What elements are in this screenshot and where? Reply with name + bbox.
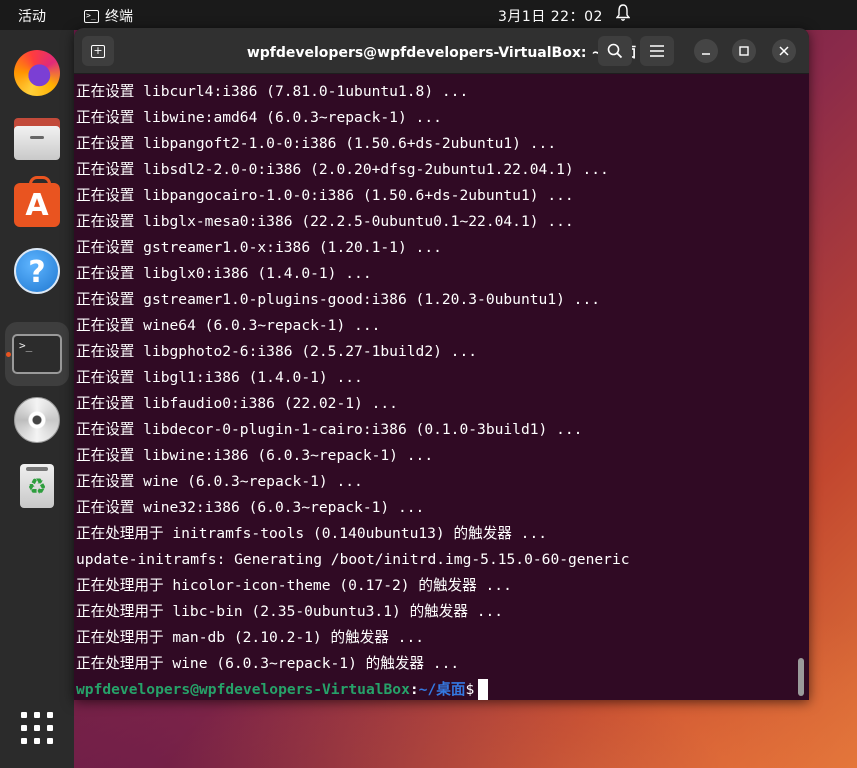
- activities-button[interactable]: 活动: [18, 6, 46, 26]
- dock-help[interactable]: ?: [5, 239, 69, 303]
- prompt-dollar: $: [465, 681, 475, 698]
- terminal-line: 正在设置 libwine:i386 (6.0.3~repack-1) ...: [76, 447, 434, 464]
- terminal-line: 正在处理用于 man-db (2.10.2-1) 的触发器 ...: [76, 629, 425, 646]
- files-icon: [14, 118, 60, 160]
- dock-terminal[interactable]: >_: [5, 322, 69, 386]
- terminal-output[interactable]: 正在设置 libcurl4:i386 (7.81.0-1ubuntu1.8) .…: [74, 75, 809, 700]
- terminal-line: 正在设置 libcurl4:i386 (7.81.0-1ubuntu1.8) .…: [76, 83, 469, 100]
- search-icon: [607, 43, 623, 59]
- dock-firefox[interactable]: [5, 41, 69, 105]
- terminal-line: 正在设置 libsdl2-2.0-0:i386 (2.0.20+dfsg-2ub…: [76, 161, 609, 178]
- terminal-line: 正在设置 libpangoft2-1.0-0:i386 (1.50.6+ds-2…: [76, 135, 557, 152]
- show-apps-grid-icon[interactable]: [21, 712, 53, 744]
- trash-icon: ♻: [20, 464, 54, 508]
- terminal-line: 正在设置 libgphoto2-6:i386 (2.5.27-1build2) …: [76, 343, 478, 360]
- text-cursor: [478, 679, 489, 700]
- search-button[interactable]: [598, 36, 632, 66]
- terminal-line: 正在设置 gstreamer1.0-plugins-good:i386 (1.2…: [76, 291, 601, 308]
- dock-trash[interactable]: ♻: [5, 454, 69, 518]
- close-icon: [779, 46, 789, 56]
- clock[interactable]: 3月1日 22：02: [498, 6, 603, 26]
- terminal-line: 正在设置 libwine:amd64 (6.0.3~repack-1) ...: [76, 109, 442, 126]
- terminal-line: 正在设置 libgl1:i386 (1.4.0-1) ...: [76, 369, 363, 386]
- bell-icon[interactable]: [616, 4, 630, 22]
- terminal-small-icon: >_: [84, 9, 99, 23]
- title-bar[interactable]: + wpfdevelopers@wpfdevelopers-VirtualBox…: [74, 28, 809, 74]
- app-center-icon: A: [14, 176, 60, 227]
- terminal-line: update-initramfs: Generating /boot/initr…: [76, 551, 630, 568]
- maximize-button[interactable]: [732, 39, 756, 63]
- terminal-line: 正在设置 libglx0:i386 (1.4.0-1) ...: [76, 265, 372, 282]
- menu-button[interactable]: [640, 36, 674, 66]
- app-name: 终端: [105, 9, 133, 25]
- terminal-line: 正在处理用于 initramfs-tools (0.140ubuntu13) 的…: [76, 525, 548, 542]
- shell-prompt[interactable]: wpfdevelopers@wpfdevelopers-VirtualBox:~…: [76, 677, 809, 700]
- terminal-window: + wpfdevelopers@wpfdevelopers-VirtualBox…: [74, 28, 809, 700]
- top-bar: 活动 >_ 终端 3月1日 22：02: [0, 0, 857, 30]
- dock-files[interactable]: [5, 107, 69, 171]
- hamburger-icon: [650, 45, 664, 57]
- terminal-line: 正在设置 wine64 (6.0.3~repack-1) ...: [76, 317, 381, 334]
- terminal-line: 正在设置 libpangocairo-1.0-0:i386 (1.50.6+ds…: [76, 187, 574, 204]
- terminal-line: 正在设置 gstreamer1.0-x:i386 (1.20.1-1) ...: [76, 239, 442, 256]
- running-indicator: [6, 352, 11, 357]
- terminal-line: 正在处理用于 wine (6.0.3~repack-1) 的触发器 ...: [76, 655, 460, 672]
- scrollbar[interactable]: [798, 658, 804, 696]
- terminal-icon: >_: [12, 334, 62, 374]
- maximize-icon: [739, 46, 749, 56]
- prompt-separator: :: [409, 681, 419, 698]
- terminal-line: 正在设置 libglx-mesa0:i386 (22.2.5-0ubuntu0.…: [76, 213, 574, 230]
- prompt-path: ~/桌面: [418, 681, 466, 698]
- terminal-line: 正在处理用于 libc-bin (2.35-0ubuntu3.1) 的触发器 .…: [76, 603, 504, 620]
- help-icon: ?: [14, 248, 60, 294]
- terminal-line: 正在设置 libfaudio0:i386 (22.02-1) ...: [76, 395, 398, 412]
- terminal-line: 正在处理用于 hicolor-icon-theme (0.17-2) 的触发器 …: [76, 577, 512, 594]
- firefox-icon: [14, 50, 60, 96]
- app-menu[interactable]: >_ 终端: [84, 6, 133, 26]
- terminal-line: 正在设置 wine (6.0.3~repack-1) ...: [76, 473, 363, 490]
- minimize-icon: [702, 53, 710, 55]
- disc-icon: [14, 397, 60, 443]
- close-button[interactable]: [772, 39, 796, 63]
- terminal-line: 正在设置 wine32:i386 (6.0.3~repack-1) ...: [76, 499, 425, 516]
- terminal-line: 正在设置 libdecor-0-plugin-1-cairo:i386 (0.1…: [76, 421, 583, 438]
- dock-disc[interactable]: [5, 388, 69, 452]
- prompt-user: wpfdevelopers@wpfdevelopers-VirtualBox: [76, 681, 410, 698]
- dock-app-center[interactable]: A: [5, 173, 69, 237]
- dock: A ? >_ ♻: [0, 30, 74, 768]
- minimize-button[interactable]: [694, 39, 718, 63]
